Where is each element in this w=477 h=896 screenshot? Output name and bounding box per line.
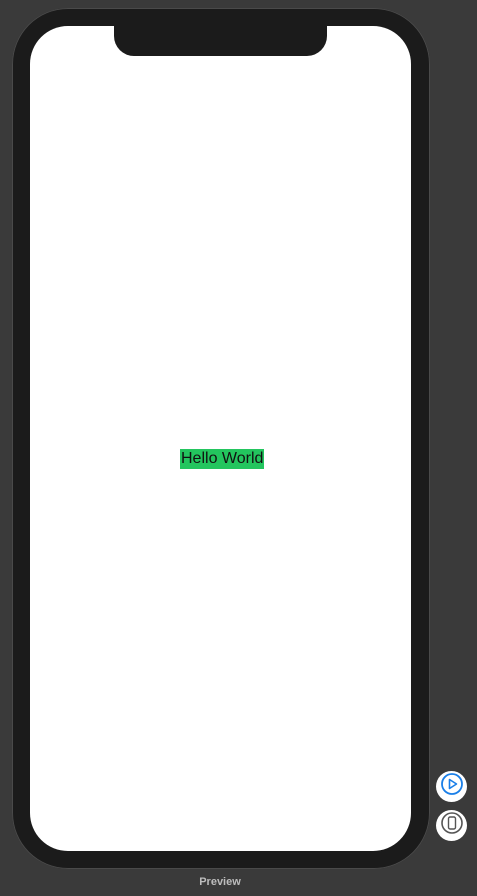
device-icon xyxy=(440,811,464,840)
device-settings-button[interactable] xyxy=(436,810,467,841)
iphone-device-frame: Hello World xyxy=(12,8,430,869)
hello-world-text: Hello World xyxy=(180,449,265,469)
live-preview-button[interactable] xyxy=(436,771,467,802)
preview-canvas: Hello World Preview xyxy=(0,0,477,896)
play-circle-icon xyxy=(440,772,464,801)
device-screen: Hello World xyxy=(30,26,411,851)
preview-label: Preview xyxy=(199,876,241,888)
device-notch xyxy=(114,26,327,56)
